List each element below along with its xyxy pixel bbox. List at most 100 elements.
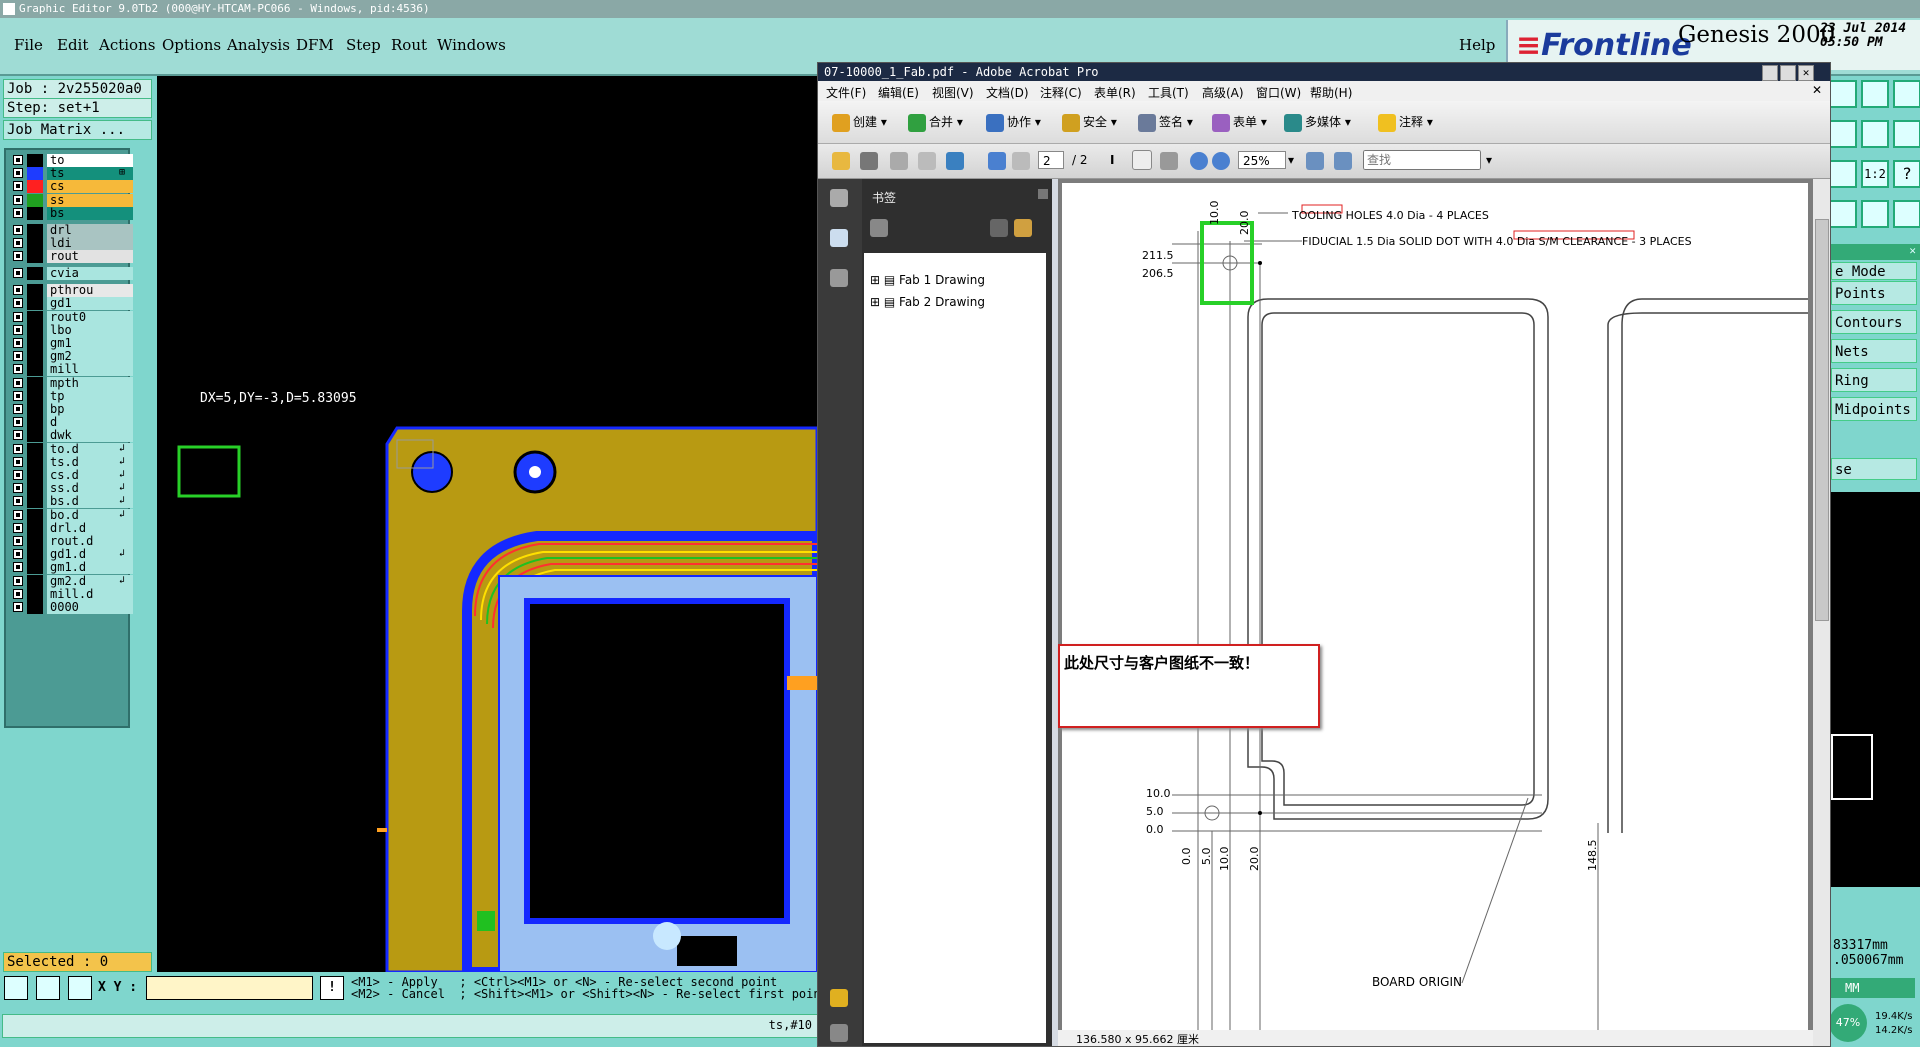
layer-color-swatch[interactable]	[27, 587, 43, 601]
tool-icon-12[interactable]	[1893, 200, 1920, 228]
layer-row[interactable]: dwk	[11, 429, 133, 443]
mode-label[interactable]: e Mode	[1831, 262, 1917, 280]
menu-help[interactable]: Help	[1459, 36, 1495, 54]
layer-color-swatch[interactable]	[27, 323, 43, 337]
zoom-tool-icon[interactable]	[1160, 152, 1178, 170]
page-number-input[interactable]: 2	[1038, 151, 1064, 169]
bookmark-item[interactable]: ⊞ ▤ Fab 1 Drawing	[870, 273, 985, 287]
menu-window-cn[interactable]: 窗口(W)	[1256, 84, 1301, 101]
layer-checkbox[interactable]	[13, 311, 23, 322]
layer-color-swatch[interactable]	[27, 521, 43, 535]
layer-row[interactable]: cs.d ↲	[11, 469, 133, 482]
nets-button[interactable]: Nets	[1831, 339, 1917, 363]
layer-checkbox[interactable]	[13, 404, 23, 414]
layer-color-swatch[interactable]	[27, 389, 43, 403]
layer-color-swatch[interactable]	[27, 206, 43, 220]
zoom-dropdown-icon[interactable]: ▾	[1288, 153, 1294, 167]
layer-row[interactable]: drl	[11, 223, 133, 237]
points-button[interactable]: Points	[1831, 281, 1917, 305]
layer-checkbox[interactable]	[13, 430, 23, 441]
warning-icon[interactable]: !	[320, 976, 344, 1000]
menu-forms-cn[interactable]: 表单(R)	[1094, 84, 1136, 101]
layer-checkbox[interactable]	[13, 268, 23, 279]
page-up-icon[interactable]	[988, 152, 1006, 170]
layer-color-swatch[interactable]	[27, 376, 43, 390]
layer-checkbox[interactable]	[13, 536, 23, 546]
save-icon[interactable]	[890, 152, 908, 170]
menu-actions[interactable]: Actions	[99, 36, 155, 54]
layer-checkbox[interactable]	[13, 522, 23, 533]
layer-row[interactable]: gm2.d ↲	[11, 574, 133, 588]
layer-row[interactable]: d	[11, 416, 133, 430]
layer-checkbox[interactable]	[13, 377, 23, 388]
menu-step[interactable]: Step	[346, 36, 381, 54]
layer-color-swatch[interactable]	[27, 223, 43, 237]
collaborate-button[interactable]: 协作 ▾	[986, 111, 1041, 133]
menu-dfm[interactable]: DFM	[296, 36, 334, 54]
combine-button[interactable]: 合并 ▾	[908, 111, 963, 133]
layer-checkbox[interactable]	[13, 251, 23, 262]
layer-color-swatch[interactable]	[27, 154, 43, 167]
layer-row[interactable]: cvia	[11, 267, 133, 281]
search-dropdown-icon[interactable]: ▾	[1486, 153, 1492, 167]
layer-checkbox[interactable]	[13, 324, 23, 335]
layer-checkbox[interactable]	[13, 602, 23, 612]
page-down-icon[interactable]	[1012, 152, 1030, 170]
layer-checkbox[interactable]	[13, 470, 23, 480]
layer-checkbox[interactable]	[13, 155, 23, 165]
close-button[interactable]: se	[1831, 458, 1917, 480]
layer-color-swatch[interactable]	[27, 429, 43, 443]
menu-document-cn[interactable]: 文档(D)	[986, 84, 1029, 101]
layer-color-swatch[interactable]	[27, 495, 43, 509]
signatures-icon[interactable]	[830, 269, 848, 287]
xy-input[interactable]	[146, 976, 313, 1000]
layer-color-swatch[interactable]	[27, 482, 43, 496]
help-icon[interactable]: ?	[1893, 160, 1920, 188]
vertical-scrollbar[interactable]	[1813, 179, 1830, 1046]
maximize-icon[interactable]	[1780, 65, 1796, 81]
share-icon[interactable]	[946, 152, 964, 170]
layer-color-swatch[interactable]	[27, 363, 43, 377]
menu-file-cn[interactable]: 文件(F)	[826, 84, 866, 101]
layer-color-swatch[interactable]	[27, 561, 43, 575]
layer-color-swatch[interactable]	[27, 535, 43, 548]
layer-checkbox[interactable]	[13, 443, 23, 454]
new-bookmark-icon[interactable]	[1014, 219, 1032, 237]
menu-analysis[interactable]: Analysis	[227, 36, 290, 54]
menu-edit-cn[interactable]: 编辑(E)	[878, 84, 919, 101]
layer-row[interactable]: bs.d ↲	[11, 495, 133, 509]
tool-icon-3[interactable]	[1893, 80, 1920, 108]
layer-color-swatch[interactable]	[27, 455, 43, 469]
layer-row[interactable]: rout.d	[11, 535, 133, 548]
layer-color-swatch[interactable]	[27, 416, 43, 430]
attachment-icon[interactable]	[830, 1024, 848, 1042]
fit-width-icon[interactable]	[1306, 152, 1324, 170]
layer-checkbox[interactable]	[13, 194, 23, 205]
layer-row[interactable]: tp	[11, 389, 133, 403]
home-icon[interactable]	[1861, 80, 1889, 108]
zoom-input[interactable]: 25%	[1238, 151, 1286, 169]
layer-checkbox[interactable]	[13, 562, 23, 573]
layer-row[interactable]: bp	[11, 403, 133, 416]
layer-color-swatch[interactable]	[27, 469, 43, 482]
secure-button[interactable]: 安全 ▾	[1062, 111, 1117, 133]
forms-button[interactable]: 表单 ▾	[1212, 111, 1267, 133]
snap-icon[interactable]	[36, 976, 60, 1000]
layer-color-swatch[interactable]	[27, 442, 43, 456]
delete-bookmark-icon[interactable]	[990, 219, 1008, 237]
layer-row[interactable]: ts ⊞	[11, 167, 133, 181]
minimize-icon[interactable]	[1762, 65, 1778, 81]
select-tool-icon[interactable]: I	[1110, 153, 1114, 167]
layer-checkbox[interactable]	[13, 207, 23, 218]
layer-row[interactable]: to	[11, 154, 133, 167]
layer-checkbox[interactable]	[13, 390, 23, 401]
layer-color-swatch[interactable]	[27, 601, 43, 614]
doc-close-icon[interactable]: ✕	[1812, 83, 1822, 97]
layer-row[interactable]: gd1.d ↲	[11, 548, 133, 562]
layer-checkbox[interactable]	[13, 509, 23, 520]
menu-tools-cn[interactable]: 工具(T)	[1148, 84, 1189, 101]
email-icon[interactable]	[918, 152, 936, 170]
comment-button[interactable]: 注释 ▾	[1378, 111, 1433, 133]
layer-checkbox[interactable]	[13, 285, 23, 296]
layer-row[interactable]: bs	[11, 206, 133, 220]
